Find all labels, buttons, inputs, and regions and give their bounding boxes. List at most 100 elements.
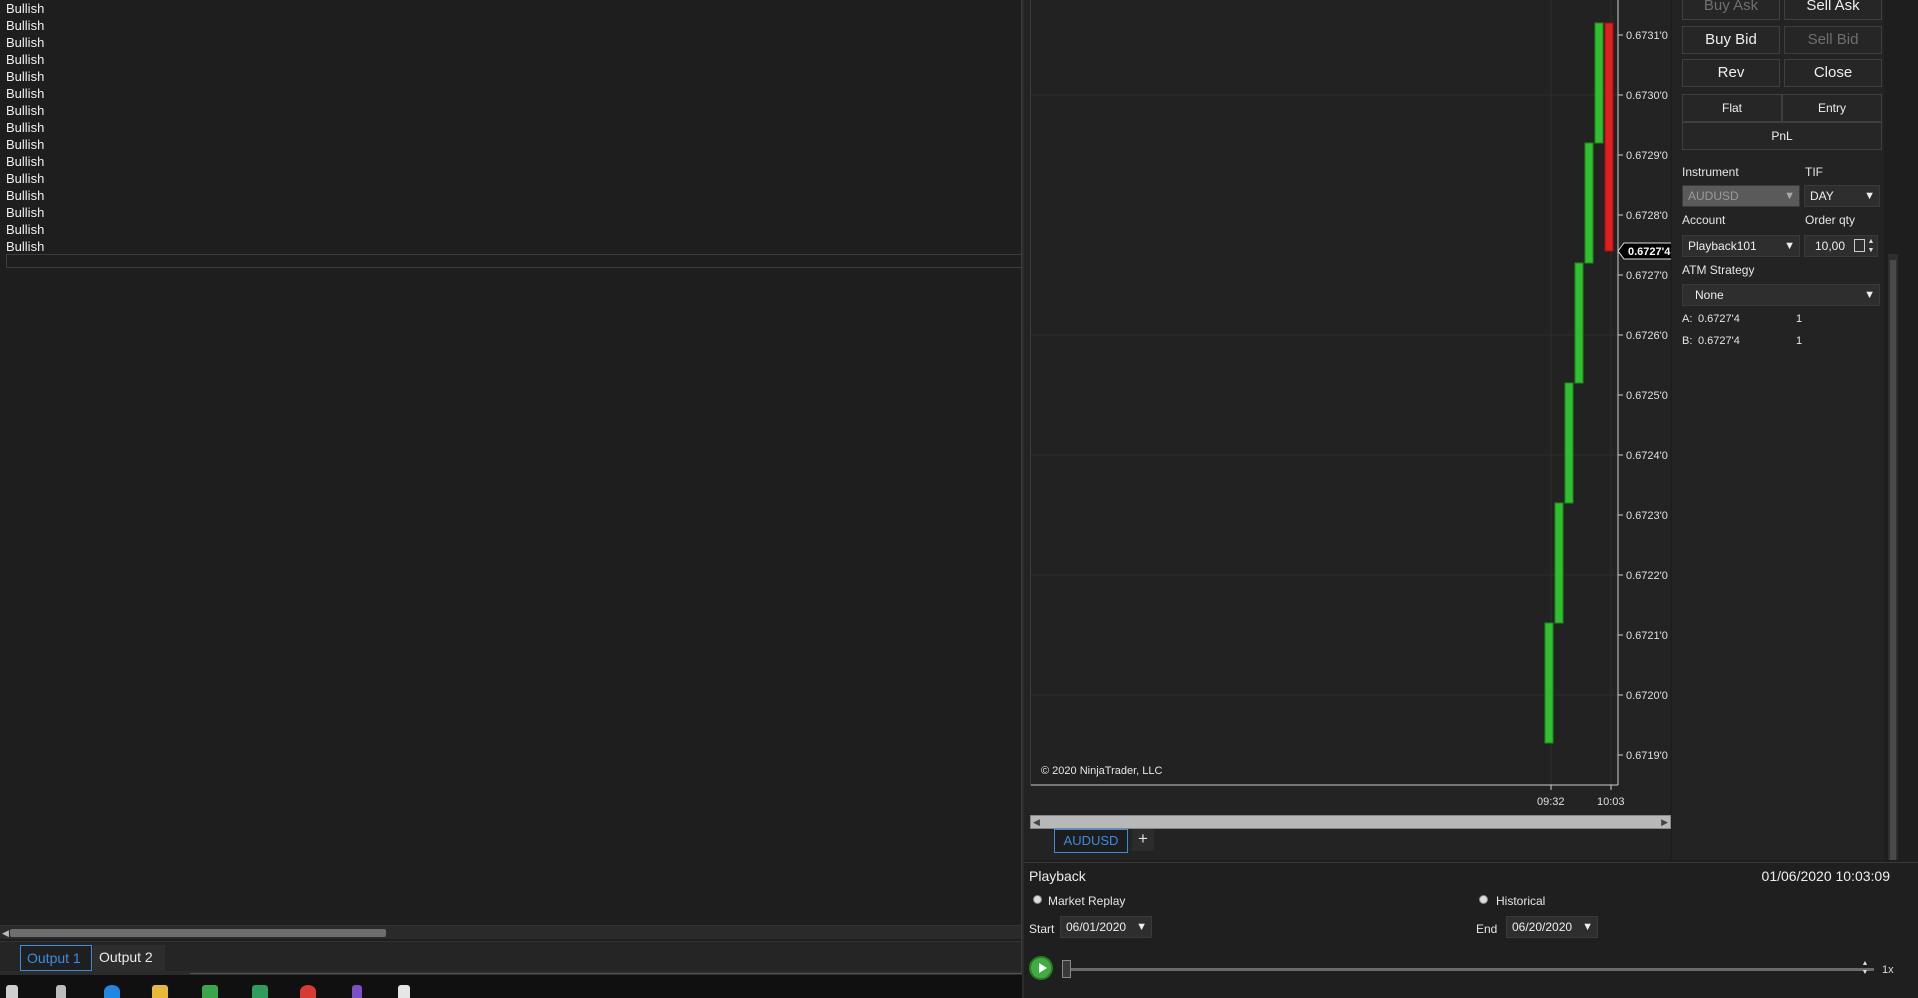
- pnl-display[interactable]: PnL: [1682, 122, 1882, 150]
- chevron-down-icon: ▼: [1136, 921, 1147, 933]
- price-bar[interactable]: [1564, 382, 1574, 504]
- ask-label: A:: [1682, 313, 1693, 325]
- end-label: End: [1476, 922, 1498, 936]
- calculator-icon[interactable]: [1854, 239, 1865, 252]
- sell-ask-button[interactable]: Sell Ask: [1784, 0, 1882, 20]
- output-input-line[interactable]: [6, 254, 1022, 268]
- scrollbar-thumb[interactable]: [1890, 260, 1896, 860]
- historical-radio[interactable]: [1479, 895, 1488, 904]
- account-value: Playback101: [1688, 239, 1757, 253]
- price-tick-label: 0.6724'0: [1626, 450, 1668, 462]
- tif-select[interactable]: DAY ▼: [1804, 185, 1880, 207]
- chrome-icon[interactable]: [300, 985, 316, 998]
- output-line: Bullish: [6, 188, 45, 203]
- document-icon[interactable]: [398, 985, 410, 998]
- price-bar[interactable]: [1544, 622, 1554, 744]
- price-bar[interactable]: [1594, 22, 1604, 144]
- playback-slider-track[interactable]: [1066, 968, 1874, 971]
- chevron-down-icon: ▼: [1784, 190, 1795, 202]
- price-tick-label: 0.6719'0: [1626, 750, 1668, 762]
- qty-spinner-icon[interactable]: ▲ ▼: [1866, 237, 1876, 255]
- close-button[interactable]: Close: [1784, 59, 1882, 87]
- atm-strategy-select[interactable]: None ▼: [1682, 284, 1880, 306]
- add-tab-button[interactable]: +: [1132, 829, 1154, 851]
- app-icon[interactable]: [202, 985, 218, 998]
- output-line: Bullish: [6, 137, 45, 152]
- playback-slider-thumb[interactable]: [1062, 960, 1071, 978]
- taskbar: [0, 975, 1022, 998]
- output-line: Bullish: [6, 1, 45, 16]
- buy-bid-button[interactable]: Buy Bid: [1682, 26, 1780, 54]
- speed-spinner-icon[interactable]: ▲ ▼: [1860, 959, 1870, 977]
- price-bar[interactable]: [1554, 502, 1564, 624]
- playback-datetime: 01/06/2020 10:03:09: [1761, 868, 1890, 884]
- price-bar[interactable]: [1604, 22, 1614, 252]
- end-date-picker[interactable]: 06/20/2020 ▼: [1506, 916, 1598, 938]
- spreadsheet-icon[interactable]: [252, 985, 268, 998]
- start-icon[interactable]: [6, 985, 18, 998]
- chevron-down-icon: ▼: [1864, 289, 1875, 301]
- playback-panel: Playback 01/06/2020 10:03:09 Market Repl…: [1024, 862, 1918, 998]
- tif-label: TIF: [1805, 165, 1823, 179]
- chart-horizontal-scrollbar[interactable]: ◀ ▶: [1030, 815, 1671, 829]
- price-bar[interactable]: [1584, 142, 1594, 264]
- reverse-button[interactable]: Rev: [1682, 59, 1780, 87]
- output-line: Bullish: [6, 86, 45, 101]
- tab-output-1[interactable]: Output 1: [20, 945, 92, 971]
- entry-button[interactable]: Entry: [1782, 94, 1882, 122]
- ask-size: 1: [1796, 313, 1803, 325]
- buy-ask-button[interactable]: Buy Ask: [1682, 0, 1780, 20]
- bid-size: 1: [1796, 335, 1803, 347]
- start-label: Start: [1029, 922, 1055, 936]
- flat-button[interactable]: Flat: [1682, 94, 1782, 122]
- start-date-value: 06/01/2020: [1066, 920, 1127, 934]
- chevron-down-icon: ▼: [1864, 190, 1875, 202]
- start-date-picker[interactable]: 06/01/2020 ▼: [1060, 916, 1152, 938]
- price-chart[interactable]: 0.6719'0 0.6720'0 0.6721'0 0.6722'0 0.6723'0…: [1031, 0, 1671, 815]
- scroll-left-arrow-icon[interactable]: ◀: [2, 928, 9, 939]
- folder-icon[interactable]: [152, 985, 168, 998]
- instrument-value: AUDUSD: [1688, 189, 1739, 203]
- order-qty-value: 10,00: [1815, 239, 1846, 253]
- search-icon[interactable]: [56, 985, 66, 998]
- price-tick-label: 0.6723'0: [1626, 510, 1668, 522]
- output-line: Bullish: [6, 103, 45, 118]
- instrument-select[interactable]: AUDUSD ▼: [1682, 185, 1800, 207]
- account-label: Account: [1682, 213, 1726, 227]
- playback-speed: 1x: [1882, 964, 1894, 976]
- sell-bid-button[interactable]: Sell Bid: [1784, 26, 1882, 54]
- browser-icon[interactable]: [104, 985, 120, 998]
- price-tick-label: 0.6721'0: [1626, 630, 1668, 642]
- current-price-label: 0.6727'4: [1628, 246, 1671, 258]
- chart-trader-panel: Buy Ask Sell Ask Buy Bid Sell Bid Rev Cl…: [1672, 0, 1884, 860]
- tab-output-2[interactable]: Output 2: [93, 945, 165, 971]
- time-tick-label: 10:03: [1597, 796, 1625, 808]
- output-tab-bar: Output 1 Output 2: [0, 941, 1022, 971]
- output-text-area[interactable]: Bullish Bullish Bullish Bullish Bullish Bulli…: [6, 0, 1022, 255]
- atm-strategy-label: ATM Strategy: [1682, 263, 1755, 277]
- market-replay-radio[interactable]: [1033, 895, 1042, 904]
- output-line: Bullish: [6, 239, 45, 254]
- price-bar[interactable]: [1574, 262, 1584, 384]
- visual-studio-icon[interactable]: [352, 985, 362, 998]
- scrollbar-thumb[interactable]: [10, 929, 386, 937]
- ask-price: 0.6727'4: [1698, 313, 1740, 325]
- account-select[interactable]: Playback101 ▼: [1682, 235, 1800, 257]
- scroll-left-arrow-icon[interactable]: ◀: [1033, 816, 1040, 828]
- output-line: Bullish: [6, 52, 45, 67]
- chart-tab-bar: AUDUSD +: [1030, 829, 1670, 859]
- copyright-text: © 2020 NinjaTrader, LLC: [1041, 765, 1163, 777]
- historical-label: Historical: [1496, 894, 1546, 908]
- divider: [190, 973, 1022, 974]
- chevron-down-icon: ▼: [1784, 240, 1795, 252]
- tab-audusd[interactable]: AUDUSD: [1054, 829, 1128, 853]
- scroll-right-arrow-icon[interactable]: ▶: [1661, 816, 1668, 828]
- output-line: Bullish: [6, 171, 45, 186]
- tif-value: DAY: [1810, 189, 1834, 203]
- order-qty-input[interactable]: 10,00 ▲ ▼: [1804, 235, 1878, 257]
- output-line: Bullish: [6, 35, 45, 50]
- play-button[interactable]: [1029, 956, 1053, 980]
- chart-panel[interactable]: 0.6719'0 0.6720'0 0.6721'0 0.6722'0 0.6723'0…: [1030, 0, 1671, 808]
- output-horizontal-scrollbar[interactable]: ◀: [0, 925, 1022, 939]
- output-window: Bullish Bullish Bullish Bullish Bullish Bulli…: [0, 0, 1022, 975]
